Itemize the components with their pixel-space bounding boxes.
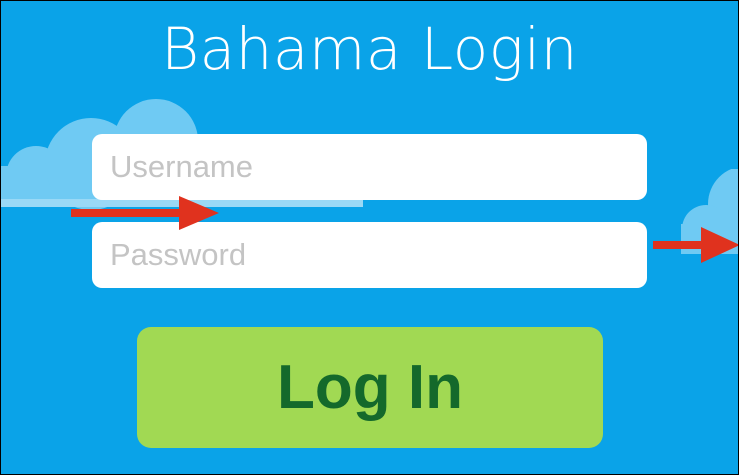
red-arrow-icon <box>71 196 219 230</box>
page-title: Bahama Login <box>161 15 578 83</box>
login-button[interactable]: Log In <box>137 327 603 448</box>
username-input[interactable] <box>108 148 631 186</box>
red-arrow-icon <box>653 227 738 263</box>
login-screen: Bahama Login Log In <box>0 0 739 475</box>
username-field-container <box>92 134 647 200</box>
password-input[interactable] <box>108 236 631 274</box>
